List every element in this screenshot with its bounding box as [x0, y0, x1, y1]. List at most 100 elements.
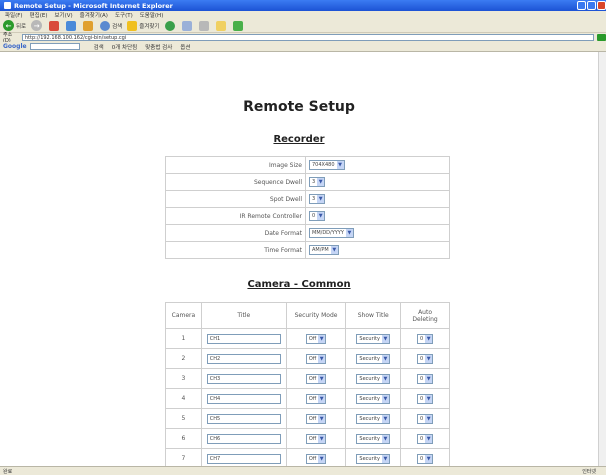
show-title-select[interactable]: Security ▼: [356, 413, 390, 424]
show-title-select[interactable]: Security ▼: [356, 353, 390, 364]
menu-view[interactable]: 보기(V): [54, 11, 72, 19]
camera-title-input[interactable]: CH2: [206, 353, 281, 364]
camera-common-table: Camera Title Security Mode Show Title Au…: [165, 302, 450, 466]
go-button[interactable]: [597, 34, 606, 41]
google-logo: Google: [3, 43, 27, 50]
refresh-button[interactable]: [66, 20, 78, 31]
auto-deleting-select[interactable]: 0 ▼: [416, 333, 434, 344]
auto-deleting-select[interactable]: 0 ▼: [416, 413, 434, 424]
security-mode-select[interactable]: Off ▼: [305, 413, 327, 424]
recorder-row: Date Format MM/DD/YYYY ▼: [165, 224, 450, 242]
maximize-button[interactable]: [587, 1, 596, 10]
setting-select[interactable]: 704X480 ▼: [309, 160, 345, 170]
chevron-down-icon: ▼: [317, 195, 325, 203]
google-popup-blocker[interactable]: 0개 차단됨: [112, 43, 138, 51]
google-search-input[interactable]: [29, 43, 80, 50]
google-options[interactable]: 옵션: [180, 43, 190, 51]
chevron-down-icon: ▼: [381, 414, 389, 423]
camera-title-input[interactable]: CH1: [206, 333, 281, 344]
media-button[interactable]: [164, 20, 177, 31]
chevron-down-icon: ▼: [330, 246, 338, 254]
show-title-select[interactable]: Security ▼: [356, 373, 390, 384]
camera-number: 5: [165, 408, 202, 429]
security-mode-select[interactable]: Off ▼: [305, 353, 327, 364]
chevron-down-icon: ▼: [425, 334, 433, 343]
search-icon: [100, 20, 111, 31]
setting-value-cell: AM/PM ▼: [305, 241, 450, 259]
messenger-button[interactable]: [232, 20, 245, 31]
show-title-cell: Security ▼: [345, 408, 402, 429]
camera-title-input[interactable]: CH7: [206, 453, 281, 464]
menu-file[interactable]: 파일(F): [5, 11, 23, 19]
mail-button[interactable]: [181, 20, 194, 31]
auto-deleting-select[interactable]: 0 ▼: [416, 393, 434, 404]
security-mode-select[interactable]: Off ▼: [305, 433, 327, 444]
recorder-row: Sequence Dwell 3 ▼: [165, 173, 450, 191]
setting-select[interactable]: 3 ▼: [309, 194, 326, 204]
auto-deleting-cell: 0 ▼: [400, 368, 450, 389]
camera-title-cell: CH1: [200, 328, 287, 349]
camera-number: 7: [165, 448, 202, 466]
address-input[interactable]: http://192.168.100.162/cgi-bin/setup.cgi: [21, 34, 595, 41]
setting-select[interactable]: AM/PM ▼: [309, 245, 339, 255]
home-button[interactable]: [83, 20, 95, 31]
auto-deleting-select[interactable]: 0 ▼: [416, 433, 434, 444]
camera-title-input[interactable]: CH6: [206, 433, 281, 444]
google-search-button[interactable]: 검색: [94, 43, 104, 51]
setting-value-cell: 704X480 ▼: [305, 156, 450, 174]
setting-select-value: 0: [312, 213, 316, 219]
camera-title-input[interactable]: CH3: [206, 373, 281, 384]
security-mode-select[interactable]: Off ▼: [305, 453, 327, 464]
security-mode-select[interactable]: Off ▼: [305, 373, 327, 384]
vertical-scrollbar[interactable]: [598, 52, 606, 466]
setting-select[interactable]: 0 ▼: [309, 211, 326, 221]
close-button[interactable]: [597, 1, 606, 10]
favorites-button[interactable]: 즐겨찾기: [127, 20, 160, 31]
menu-help[interactable]: 도움말(H): [140, 11, 164, 19]
chevron-down-icon: ▼: [381, 454, 389, 463]
menu-tools[interactable]: 도구(T): [115, 11, 133, 19]
setting-select[interactable]: MM/DD/YYYY ▼: [309, 228, 354, 238]
auto-deleting-select[interactable]: 0 ▼: [416, 453, 434, 464]
chevron-down-icon: ▼: [318, 414, 326, 423]
show-title-select[interactable]: Security ▼: [356, 433, 390, 444]
minimize-button[interactable]: [577, 1, 586, 10]
camera-number: 3: [165, 368, 202, 389]
camera-title-input[interactable]: CH5: [206, 413, 281, 424]
print-button[interactable]: [198, 20, 211, 31]
header-security-mode: Security Mode: [285, 302, 347, 329]
back-button[interactable]: ← 뒤로: [3, 20, 26, 31]
setting-select[interactable]: 3 ▼: [309, 177, 326, 187]
mail-icon: [181, 20, 192, 31]
security-mode-select[interactable]: Off ▼: [305, 393, 327, 404]
auto-deleting-cell: 0 ▼: [400, 328, 450, 349]
auto-deleting-select[interactable]: 0 ▼: [416, 353, 434, 364]
security-mode-select-value: Off: [308, 355, 317, 362]
forward-button[interactable]: →: [31, 20, 44, 31]
auto-deleting-select-value: 0: [419, 435, 424, 442]
show-title-cell: Security ▼: [345, 388, 402, 409]
auto-deleting-select[interactable]: 0 ▼: [416, 373, 434, 384]
menu-favorites[interactable]: 즐겨찾기(A): [80, 11, 108, 19]
chevron-down-icon: ▼: [381, 374, 389, 383]
chevron-down-icon: ▼: [318, 334, 326, 343]
security-mode-select[interactable]: Off ▼: [305, 333, 327, 344]
recorder-row: Spot Dwell 3 ▼: [165, 190, 450, 208]
show-title-select[interactable]: Security ▼: [356, 393, 390, 404]
camera-title-input[interactable]: CH4: [206, 393, 281, 404]
chevron-down-icon: ▼: [425, 374, 433, 383]
folder-button[interactable]: [215, 20, 228, 31]
show-title-select[interactable]: Security ▼: [356, 453, 390, 464]
status-bar: 완료 인터넷: [0, 466, 606, 475]
show-title-select-value: Security: [359, 455, 380, 462]
auto-deleting-select-value: 0: [419, 455, 424, 462]
search-button[interactable]: 검색: [100, 20, 122, 31]
security-mode-cell: Off ▼: [285, 388, 347, 409]
stop-button[interactable]: [49, 20, 61, 31]
chevron-down-icon: ▼: [318, 374, 326, 383]
show-title-select[interactable]: Security ▼: [356, 333, 390, 344]
google-spellcheck[interactable]: 맞춤법 검사: [145, 43, 172, 51]
security-mode-select-value: Off: [308, 455, 317, 462]
menu-edit[interactable]: 편집(E): [30, 11, 48, 19]
setting-select-value: AM/PM: [312, 247, 329, 253]
